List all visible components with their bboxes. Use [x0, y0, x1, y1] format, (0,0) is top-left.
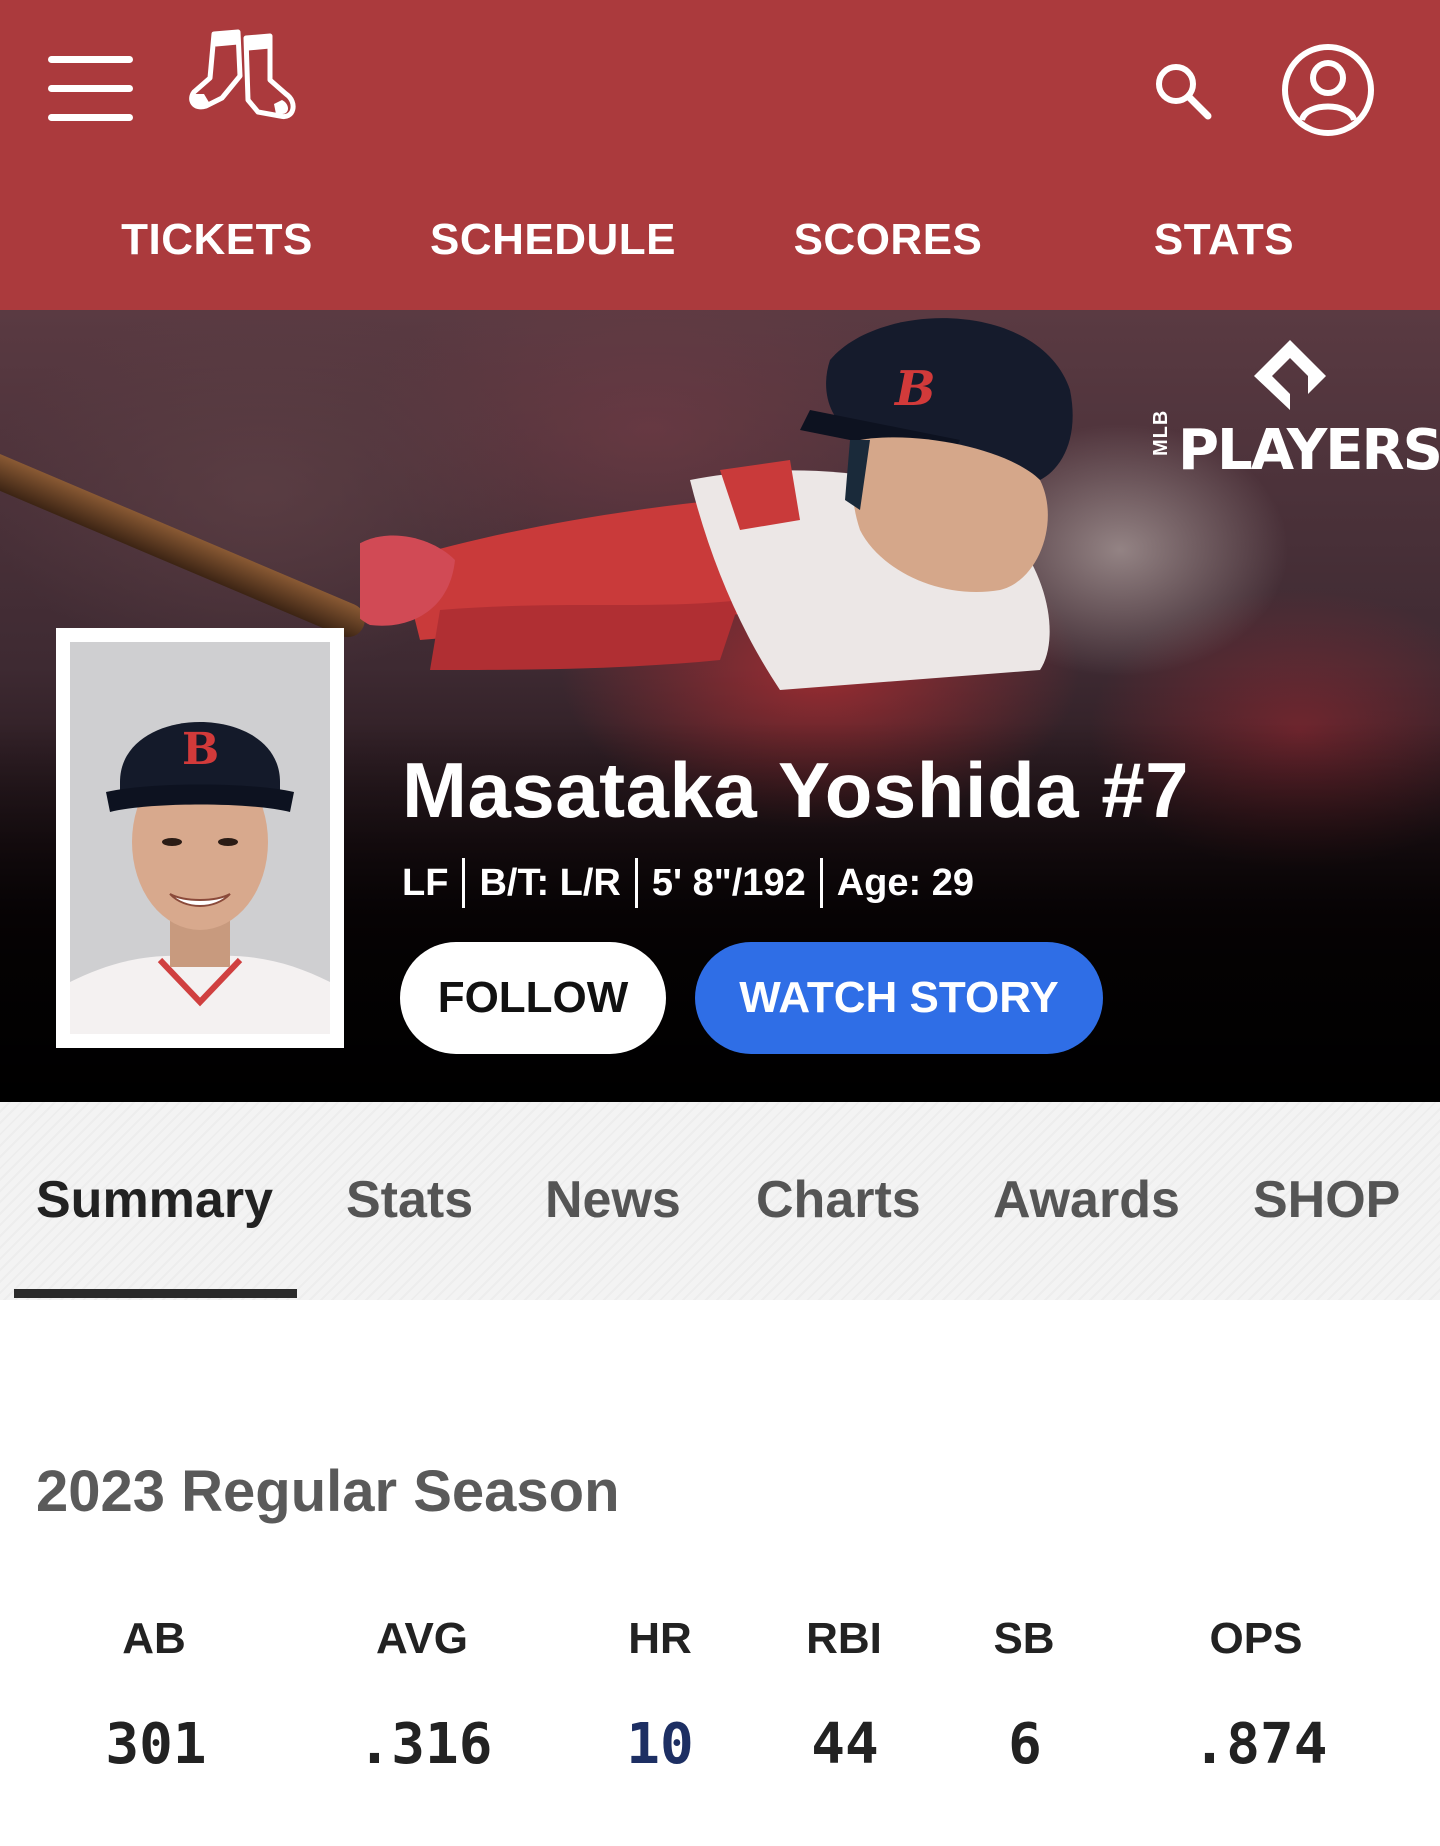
player-position: LF: [402, 861, 449, 904]
tab-summary[interactable]: Summary: [36, 1170, 273, 1230]
stat-value-sb: 6: [1008, 1712, 1042, 1777]
watch-story-button[interactable]: WATCH STORY: [695, 942, 1103, 1054]
account-icon[interactable]: [1280, 42, 1376, 138]
tab-stats[interactable]: Stats: [346, 1170, 473, 1230]
stat-value-ops: .874: [1192, 1712, 1328, 1777]
nav-stats[interactable]: STATS: [1154, 215, 1294, 265]
bat-graphic: [0, 431, 371, 643]
player-tabs: Summary Stats News Charts Awards SHOP: [0, 1102, 1440, 1300]
follow-button[interactable]: FOLLOW: [400, 942, 666, 1054]
svg-text:B: B: [182, 724, 219, 775]
stat-value-avg: .316: [357, 1712, 493, 1777]
stat-label-ab: AB: [122, 1614, 186, 1663]
player-headshot: B: [56, 628, 344, 1048]
mlb-players-badge: MLB PLAYERS: [1150, 336, 1440, 496]
player-hero: B MLB PLAYERS B Masataka Yoshida #7 LF B…: [0, 310, 1440, 1102]
player-height-weight: 5' 8"/192: [651, 861, 806, 904]
season-title: 2023 Regular Season: [36, 1459, 620, 1524]
players-wordmark: PLAYERS: [1178, 418, 1440, 483]
stat-label-ops: OPS: [1209, 1614, 1303, 1663]
player-name: Masataka Yoshida #7: [402, 746, 1190, 834]
tab-news[interactable]: News: [545, 1170, 681, 1230]
stat-value-rbi: 44: [811, 1712, 879, 1777]
player-meta: LF B/T: L/R 5' 8"/192 Age: 29: [402, 858, 974, 908]
stat-value-ab: 301: [105, 1712, 207, 1777]
main-nav: TICKETS SCHEDULE SCORES STATS: [0, 215, 1440, 279]
players-diamond-icon: [1254, 340, 1326, 410]
meta-divider: [634, 858, 638, 908]
meta-divider: [462, 858, 466, 908]
nav-tickets[interactable]: TICKETS: [121, 215, 313, 265]
meta-divider: [819, 858, 823, 908]
tab-shop[interactable]: SHOP: [1253, 1170, 1400, 1230]
stat-label-sb: SB: [993, 1614, 1055, 1663]
active-tab-indicator: [14, 1289, 297, 1298]
stat-value-hr[interactable]: 10: [626, 1712, 693, 1777]
search-icon[interactable]: [1150, 58, 1216, 124]
nav-schedule[interactable]: SCHEDULE: [430, 215, 676, 265]
nav-scores[interactable]: SCORES: [794, 215, 983, 265]
tab-charts[interactable]: Charts: [756, 1170, 921, 1230]
top-header: TICKETS SCHEDULE SCORES STATS: [0, 0, 1440, 310]
stat-label-avg: AVG: [375, 1614, 469, 1663]
player-bats-throws: B/T: L/R: [479, 861, 621, 904]
stat-label-hr: HR: [628, 1614, 692, 1663]
player-age: Age: 29: [836, 861, 974, 904]
menu-icon[interactable]: [48, 56, 133, 122]
mlb-text: MLB: [1150, 409, 1172, 456]
tab-awards[interactable]: Awards: [993, 1170, 1180, 1230]
headshot-photo: B: [70, 642, 330, 1034]
stat-label-rbi: RBI: [806, 1614, 882, 1663]
red-sox-logo[interactable]: [186, 28, 304, 142]
svg-text:B: B: [893, 361, 936, 417]
